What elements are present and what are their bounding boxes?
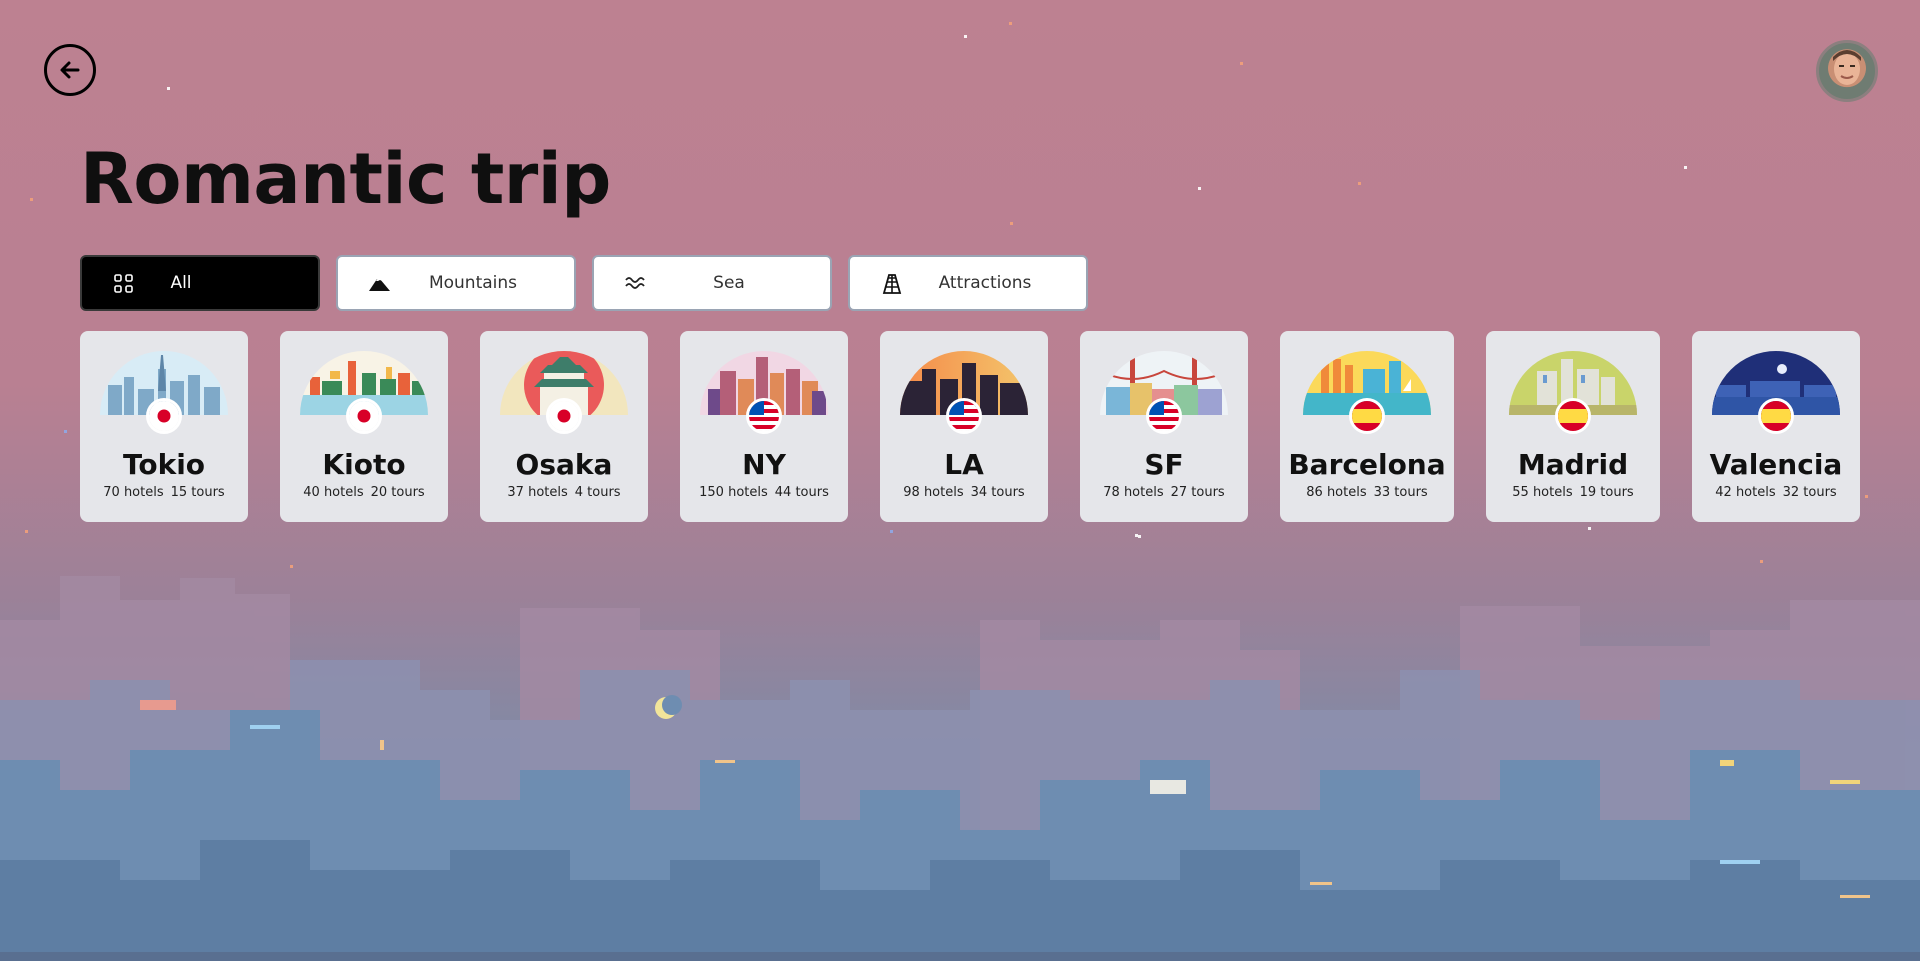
- hotels-count: 42 hotels: [1715, 485, 1776, 500]
- tours-count: 15 tours: [170, 485, 225, 500]
- usa-flag-icon: [946, 398, 982, 434]
- destination-city: Barcelona: [1288, 448, 1446, 481]
- destination-stats: 98 hotels 34 tours: [880, 485, 1048, 500]
- tours-count: 19 tours: [1579, 485, 1634, 500]
- destination-stats: 150 hotels 44 tours: [680, 485, 848, 500]
- japan-flag-icon: [546, 398, 582, 434]
- destination-card-tokio[interactable]: Tokio 70 hotels 15 tours: [80, 331, 248, 522]
- hotels-count: 150 hotels: [699, 485, 768, 500]
- spain-flag-icon: [1349, 398, 1385, 434]
- destination-card-osaka[interactable]: Osaka 37 hotels 4 tours: [480, 331, 648, 522]
- filter-sea-label: Sea: [713, 273, 745, 293]
- destination-card-la[interactable]: LA 98 hotels 34 tours: [880, 331, 1048, 522]
- spain-flag-icon: [1555, 398, 1591, 434]
- destination-card-kioto[interactable]: Kioto 40 hotels 20 tours: [280, 331, 448, 522]
- hotels-count: 55 hotels: [1512, 485, 1573, 500]
- destination-city: Kioto: [322, 448, 406, 481]
- city-skyline-illustration: [0, 576, 1920, 960]
- hotels-count: 37 hotels: [507, 485, 568, 500]
- destination-stats: 70 hotels 15 tours: [80, 485, 248, 500]
- hotels-count: 98 hotels: [903, 485, 964, 500]
- category-filters: All Mountains Sea Attractions: [80, 255, 1088, 311]
- avatar-face-icon: [1833, 50, 1861, 85]
- tours-count: 33 tours: [1373, 485, 1428, 500]
- tours-count: 32 tours: [1782, 485, 1837, 500]
- usa-flag-icon: [746, 398, 782, 434]
- destination-card-sf[interactable]: SF 78 hotels 27 tours: [1080, 331, 1248, 522]
- destination-card-barcelona[interactable]: Barcelona 86 hotels 33 tours: [1280, 331, 1454, 522]
- tours-count: 44 tours: [774, 485, 829, 500]
- destination-card-ny[interactable]: NY 150 hotels 44 tours: [680, 331, 848, 522]
- destination-city: Valencia: [1709, 448, 1843, 481]
- tours-count: 27 tours: [1170, 485, 1225, 500]
- tours-count: 4 tours: [574, 485, 621, 500]
- destination-city: NY: [742, 448, 786, 481]
- japan-flag-icon: [346, 398, 382, 434]
- destination-city: SF: [1144, 448, 1184, 481]
- destination-city: LA: [944, 448, 984, 481]
- destination-card-madrid[interactable]: Madrid 55 hotels 19 tours: [1486, 331, 1660, 522]
- destination-stats: 86 hotels 33 tours: [1280, 485, 1454, 500]
- usa-flag-icon: [1146, 398, 1182, 434]
- tours-count: 34 tours: [970, 485, 1025, 500]
- filter-mountains[interactable]: Mountains: [336, 255, 576, 311]
- hotels-count: 70 hotels: [103, 485, 164, 500]
- destination-stats: 78 hotels 27 tours: [1080, 485, 1248, 500]
- spain-flag-icon: [1758, 398, 1794, 434]
- filter-mountains-label: Mountains: [428, 273, 518, 293]
- destination-list: Tokio 70 hotels 15 tours Kioto 40 hotels 2…: [80, 331, 1860, 522]
- filter-attractions[interactable]: Attractions: [848, 255, 1088, 311]
- japan-flag-icon: [146, 398, 182, 434]
- user-avatar[interactable]: [1816, 40, 1878, 102]
- back-button[interactable]: [44, 44, 96, 96]
- destination-stats: 42 hotels 32 tours: [1692, 485, 1860, 500]
- destination-city: Tokio: [122, 448, 206, 481]
- page-title: Romantic trip: [80, 138, 611, 220]
- destination-stats: 40 hotels 20 tours: [280, 485, 448, 500]
- destination-card-valencia[interactable]: Valencia 42 hotels 32 tours: [1692, 331, 1860, 522]
- destination-stats: 55 hotels 19 tours: [1486, 485, 1660, 500]
- hotels-count: 78 hotels: [1103, 485, 1164, 500]
- filter-all[interactable]: All: [80, 255, 320, 311]
- hotels-count: 40 hotels: [303, 485, 364, 500]
- tours-count: 20 tours: [370, 485, 425, 500]
- destination-city: Madrid: [1517, 448, 1629, 481]
- ground-strip: [0, 952, 1920, 961]
- filter-all-label: All: [170, 273, 192, 293]
- filter-attractions-label: Attractions: [938, 273, 1032, 293]
- hotels-count: 86 hotels: [1306, 485, 1367, 500]
- filter-sea[interactable]: Sea: [592, 255, 832, 311]
- destination-stats: 37 hotels 4 tours: [480, 485, 648, 500]
- arrow-left-icon: [60, 61, 80, 79]
- destination-city: Osaka: [515, 448, 613, 481]
